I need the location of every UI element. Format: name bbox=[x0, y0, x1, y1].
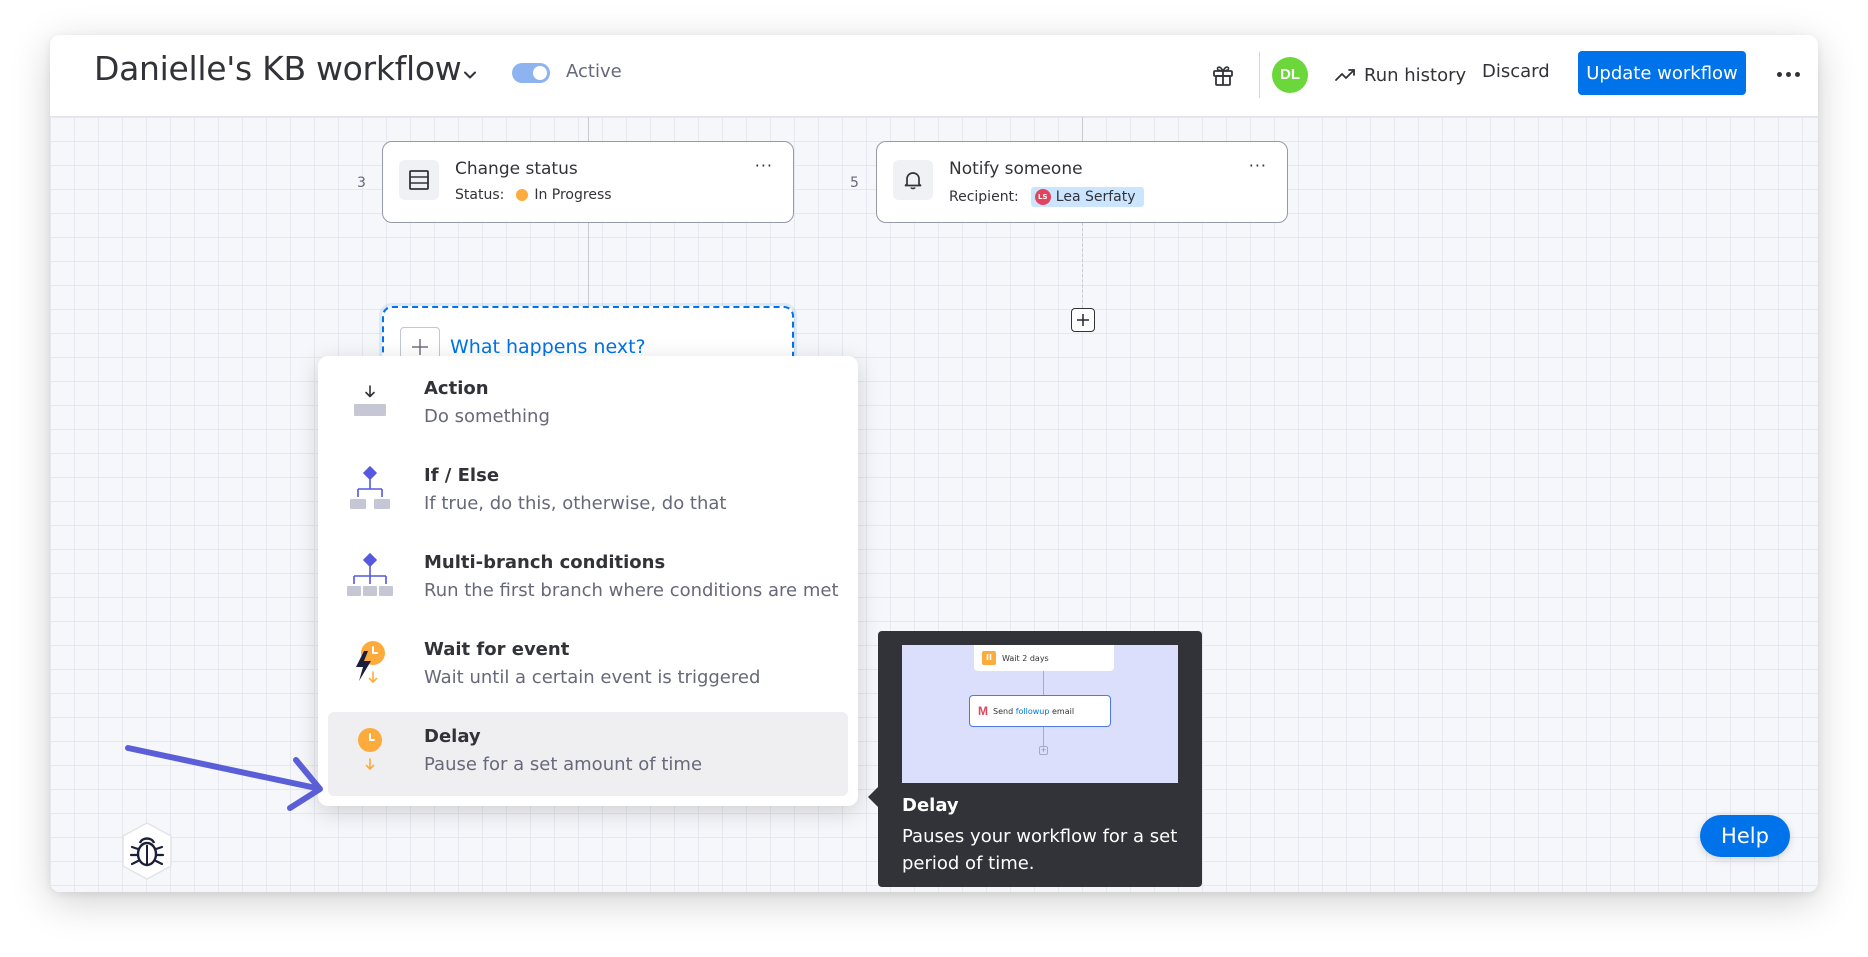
help-button[interactable]: Help bbox=[1700, 815, 1790, 857]
connector-line-dashed bbox=[1082, 223, 1083, 308]
preview-connector bbox=[1043, 727, 1044, 746]
more-options-icon[interactable] bbox=[1770, 59, 1806, 89]
menu-item-desc: Do something bbox=[424, 406, 550, 427]
plus-icon bbox=[1077, 314, 1089, 326]
node-more-icon[interactable]: ··· bbox=[1249, 156, 1267, 175]
node-more-icon[interactable]: ··· bbox=[755, 156, 773, 175]
add-step-button[interactable] bbox=[1071, 308, 1095, 332]
preview-plus-icon: + bbox=[1039, 746, 1048, 755]
menu-item-delay[interactable]: Delay Pause for a set amount of time bbox=[328, 712, 848, 796]
tooltip-title: Delay bbox=[902, 795, 959, 816]
active-toggle[interactable] bbox=[512, 63, 550, 83]
connector-line bbox=[588, 117, 589, 141]
preview-email-suffix: email bbox=[1049, 706, 1075, 716]
node-icon-box bbox=[893, 160, 933, 200]
menu-item-desc: Run the first branch where conditions ar… bbox=[424, 580, 839, 601]
top-bar: Danielle's KB workflow Active DL Run his… bbox=[50, 35, 1818, 117]
menu-item-multi-branch[interactable]: Multi-branch conditions Run the first br… bbox=[328, 538, 848, 622]
menu-item-wait-for-event[interactable]: Wait for event Wait until a certain even… bbox=[328, 625, 848, 709]
workflow-node-change-status[interactable]: Change status Status: In Progress ··· bbox=[382, 141, 794, 223]
node-sub-label: Status: bbox=[455, 187, 505, 203]
menu-item-title: Action bbox=[424, 378, 489, 399]
tooltip-caret bbox=[868, 787, 878, 807]
menu-item-if-else[interactable]: If / Else If true, do this, otherwise, d… bbox=[328, 451, 848, 535]
node-sub-value: In Progress bbox=[534, 187, 612, 203]
workflow-node-notify-someone[interactable]: Notify someone Recipient: LS Lea Serfaty… bbox=[876, 141, 1288, 223]
preview-wait-text: Wait 2 days bbox=[1002, 653, 1049, 663]
delay-icon bbox=[358, 728, 382, 770]
node-sub-label: Recipient: bbox=[949, 189, 1019, 205]
preview-email-highlight: followup bbox=[1015, 706, 1050, 716]
gmail-icon: M bbox=[978, 704, 988, 718]
run-history-button[interactable]: Run history bbox=[1334, 59, 1466, 91]
if-else-icon bbox=[350, 465, 390, 509]
multi-branch-icon bbox=[347, 552, 393, 596]
connector-line bbox=[1082, 117, 1083, 141]
run-history-label: Run history bbox=[1364, 64, 1467, 86]
pause-icon: II bbox=[982, 651, 996, 665]
toggle-label: Active bbox=[566, 61, 622, 82]
action-icon bbox=[354, 385, 386, 416]
menu-item-title: Wait for event bbox=[424, 639, 570, 660]
menu-item-title: Delay bbox=[424, 726, 481, 747]
what-happens-next-label: What happens next? bbox=[450, 336, 646, 358]
bug-icon[interactable] bbox=[120, 821, 174, 881]
delay-tooltip: II Wait 2 days M Send followup email + D… bbox=[868, 631, 1202, 887]
connector-line bbox=[588, 223, 589, 306]
status-dot bbox=[516, 189, 529, 201]
trend-up-icon bbox=[1335, 69, 1355, 81]
preview-connector bbox=[1043, 671, 1044, 695]
step-type-menu: Action Do something If / Else If true, d… bbox=[318, 356, 858, 806]
preview-email-text: Send followup email bbox=[993, 707, 1074, 716]
recipient-chip: LS Lea Serfaty bbox=[1030, 187, 1144, 207]
node-subtitle: Status: In Progress bbox=[455, 187, 612, 203]
menu-item-desc: If true, do this, otherwise, do that bbox=[424, 493, 727, 514]
wait-event-icon bbox=[356, 641, 385, 683]
recipient-name: Lea Serfaty bbox=[1055, 189, 1136, 205]
menu-item-action[interactable]: Action Do something bbox=[328, 364, 848, 448]
toolbar-divider bbox=[1259, 52, 1260, 98]
discard-button[interactable]: Discard bbox=[1482, 61, 1550, 82]
bell-icon bbox=[904, 172, 922, 190]
workflow-title[interactable]: Danielle's KB workflow bbox=[94, 49, 462, 88]
toggle-knob bbox=[533, 66, 547, 80]
user-avatar[interactable]: DL bbox=[1272, 57, 1308, 93]
node-subtitle: Recipient: LS Lea Serfaty bbox=[949, 187, 1144, 207]
preview-email-prefix: Send bbox=[993, 706, 1016, 716]
menu-item-title: If / Else bbox=[424, 465, 500, 486]
tooltip-preview: II Wait 2 days M Send followup email + bbox=[902, 645, 1178, 783]
gift-icon[interactable] bbox=[1210, 62, 1236, 88]
preview-wait-card: II Wait 2 days bbox=[974, 645, 1114, 671]
recipient-avatar: LS bbox=[1034, 189, 1051, 205]
step-number: 5 bbox=[850, 175, 859, 191]
table-icon bbox=[409, 170, 429, 190]
node-title: Notify someone bbox=[949, 159, 1083, 179]
app-window: Danielle's KB workflow Active DL Run his… bbox=[50, 35, 1818, 892]
menu-item-desc: Wait until a certain event is triggered bbox=[424, 667, 761, 688]
plus-glyph bbox=[412, 339, 428, 355]
chevron-down-icon[interactable] bbox=[460, 65, 480, 85]
tooltip-desc: Pauses your workflow for a set period of… bbox=[902, 826, 1178, 874]
node-icon-box bbox=[399, 160, 439, 200]
node-title: Change status bbox=[455, 159, 578, 179]
menu-item-desc: Pause for a set amount of time bbox=[424, 754, 703, 775]
step-number: 3 bbox=[357, 175, 366, 191]
preview-email-card: M Send followup email bbox=[969, 695, 1111, 727]
menu-item-title: Multi-branch conditions bbox=[424, 552, 666, 573]
update-workflow-button[interactable]: Update workflow bbox=[1578, 51, 1746, 95]
